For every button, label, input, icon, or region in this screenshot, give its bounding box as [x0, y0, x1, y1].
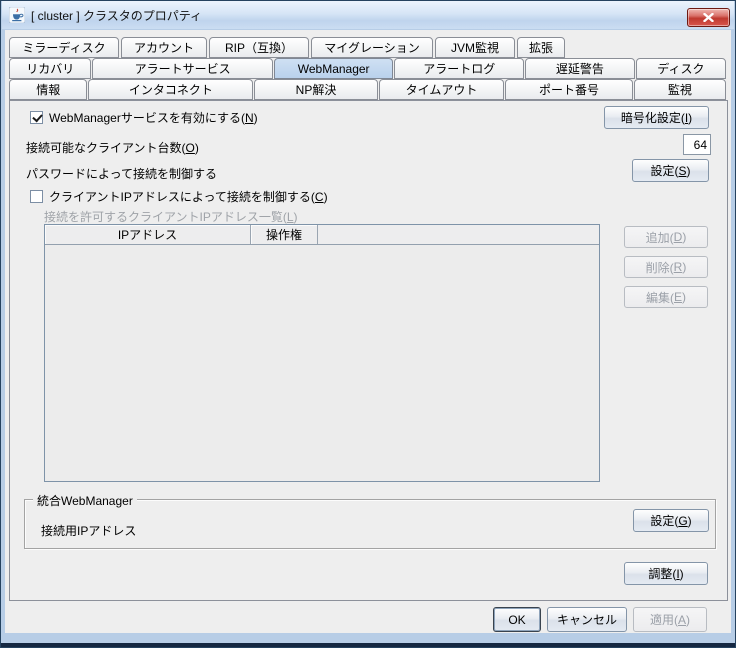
webmanager-tab-panel: WebManagerサービスを有効にする(N) 暗号化設定(I) 接続可能なクラ…	[9, 100, 728, 601]
checkbox-box[interactable]	[30, 111, 43, 124]
tab-row-2: リカバリ アラートサービス WebManager アラートログ 遅延警告 ディス…	[9, 58, 727, 79]
tab-rip-compat[interactable]: RIP（互換）	[209, 37, 309, 58]
tab-monitor[interactable]: 監視	[634, 79, 726, 100]
checkbox-label: WebManagerサービスを有効にする(N)	[49, 109, 258, 126]
window-frame-bottom	[1, 643, 735, 647]
tab-row-1: ミラーディスク アカウント RIP（互換） マイグレーション JVM監視 拡張	[9, 37, 727, 58]
ok-button[interactable]: OK	[493, 607, 541, 632]
ip-table-header: IPアドレス 操作権	[45, 225, 599, 245]
tuning-button[interactable]: 調整(I)	[624, 562, 708, 585]
tab-port-number[interactable]: ポート番号	[505, 79, 632, 100]
column-header-ip-address[interactable]: IPアドレス	[45, 225, 251, 244]
password-settings-button[interactable]: 設定(S)	[632, 159, 709, 182]
close-icon	[703, 13, 714, 22]
cluster-properties-dialog: [ cluster ] クラスタのプロパティ ミラーディスク アカウント RIP…	[0, 0, 736, 648]
tab-np-resolution[interactable]: NP解決	[254, 79, 378, 100]
tab-extension[interactable]: 拡張	[517, 37, 565, 58]
tab-migration[interactable]: マイグレーション	[311, 37, 433, 58]
ip-table-body	[45, 245, 599, 482]
tab-jvm-monitor[interactable]: JVM監視	[435, 37, 515, 58]
tab-recovery[interactable]: リカバリ	[9, 58, 91, 79]
tab-mirror-disk[interactable]: ミラーディスク	[9, 37, 119, 58]
tab-timeout[interactable]: タイムアウト	[379, 79, 505, 100]
tab-alert-service[interactable]: アラートサービス	[92, 58, 272, 79]
integrated-webmanager-group: 統合WebManager 接続用IPアドレス 設定(G)	[24, 499, 716, 549]
password-control-label: パスワードによって接続を制御する	[26, 165, 217, 182]
column-header-operation-right[interactable]: 操作権	[251, 225, 318, 244]
encryption-settings-button[interactable]: 暗号化設定(I)	[604, 106, 709, 129]
cancel-button[interactable]: キャンセル	[547, 607, 627, 632]
ip-list-label: 接続を許可するクライアントIPアドレス一覧(L)	[44, 208, 298, 225]
edit-button[interactable]: 編集(E)	[624, 286, 708, 308]
tab-info[interactable]: 情報	[9, 79, 87, 100]
tab-row-3: 情報 インタコネクト NP解決 タイムアウト ポート番号 監視	[9, 79, 727, 100]
close-button[interactable]	[687, 8, 730, 27]
group-settings-button[interactable]: 設定(G)	[633, 509, 709, 532]
dialog-content: ミラーディスク アカウント RIP（互換） マイグレーション JVM監視 拡張 …	[5, 30, 731, 633]
java-icon	[9, 7, 25, 23]
title-bar[interactable]: [ cluster ] クラスタのプロパティ	[2, 1, 734, 29]
ip-address-table: IPアドレス 操作権	[44, 224, 600, 482]
client-ip-control-checkbox[interactable]: クライアントIPアドレスによって接続を制御する(C)	[30, 188, 328, 205]
tab-disk[interactable]: ディスク	[636, 58, 726, 79]
group-title: 統合WebManager	[33, 492, 137, 509]
remove-button[interactable]: 削除(R)	[624, 256, 708, 278]
checkbox-label: クライアントIPアドレスによって接続を制御する(C)	[49, 188, 328, 205]
add-button[interactable]: 追加(D)	[624, 226, 708, 248]
checkbox-box[interactable]	[30, 190, 43, 203]
client-count-label: 接続可能なクライアント台数(O)	[26, 139, 199, 156]
tab-account[interactable]: アカウント	[121, 37, 207, 58]
enable-webmanager-checkbox[interactable]: WebManagerサービスを有効にする(N)	[30, 109, 258, 126]
tab-interconnect[interactable]: インタコネクト	[88, 79, 253, 100]
tab-alert-log[interactable]: アラートログ	[394, 58, 523, 79]
tab-delay-warning[interactable]: 遅延警告	[525, 58, 635, 79]
tab-webmanager[interactable]: WebManager	[274, 58, 394, 79]
apply-button[interactable]: 適用(A)	[633, 607, 707, 632]
window-title: [ cluster ] クラスタのプロパティ	[31, 7, 202, 24]
connection-ip-label: 接続用IPアドレス	[41, 522, 136, 539]
client-count-input[interactable]	[683, 134, 711, 155]
